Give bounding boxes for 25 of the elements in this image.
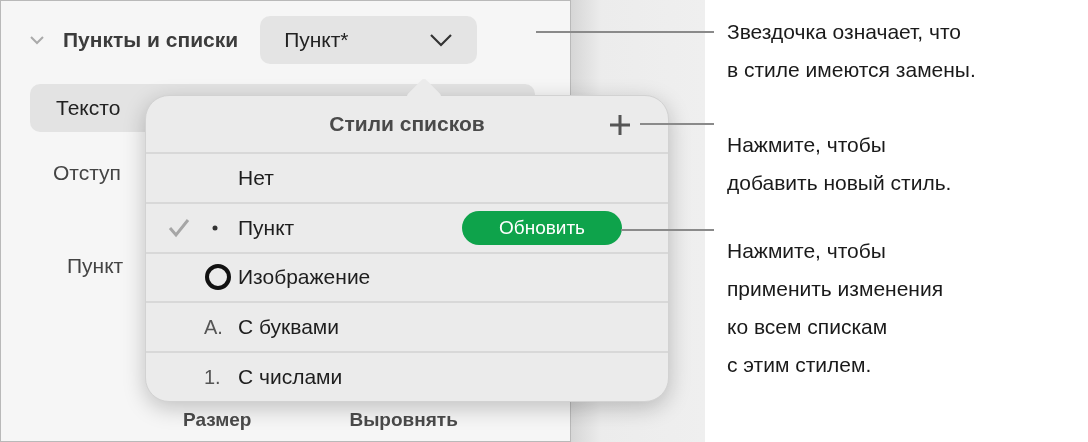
item-label: Нет bbox=[238, 165, 274, 190]
item-label: С буквами bbox=[238, 315, 340, 340]
style-dropdown[interactable]: Пункт* bbox=[260, 16, 478, 64]
section-title: Пункты и списки bbox=[63, 28, 239, 52]
popover-title: Стили списков bbox=[329, 111, 485, 136]
column-label: Выровнять bbox=[349, 409, 458, 431]
callout-text: Звездочка означает, что в стиле имеются замены. bbox=[727, 19, 976, 83]
list-style-item[interactable]: Изображение bbox=[146, 253, 668, 304]
item-label: Пункт bbox=[238, 215, 295, 240]
item-label: С числами bbox=[238, 365, 343, 390]
list-style-item[interactable]: A. С буквами bbox=[146, 303, 668, 354]
list-style-item[interactable]: 1. С числами bbox=[146, 353, 668, 402]
chevron-icon bbox=[429, 33, 454, 47]
indent-label: Отступ bbox=[53, 161, 121, 185]
bullet-icon bbox=[212, 224, 218, 231]
bullet-label: Пункт bbox=[67, 254, 124, 278]
list-style-item[interactable]: Пункт Обновить bbox=[146, 203, 668, 254]
item-label: Изображение bbox=[238, 265, 371, 290]
callout-text: Нажмите, чтобы применить изменения ко всем спискам с этим стилем. bbox=[727, 238, 945, 378]
ring-icon bbox=[204, 263, 232, 292]
list-marker: 1. bbox=[204, 365, 221, 389]
list-marker: A. bbox=[204, 315, 223, 339]
callout-text: Нажмите, чтобы добавить новый стиль. bbox=[727, 132, 953, 196]
list-style-item[interactable]: Нет bbox=[146, 153, 668, 204]
column-label: Размер bbox=[183, 409, 252, 431]
